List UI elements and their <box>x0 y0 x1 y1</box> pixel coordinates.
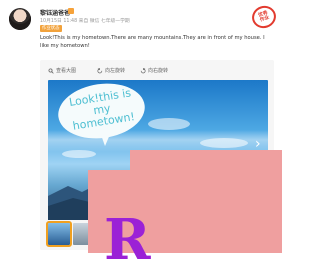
search-icon <box>48 67 54 74</box>
cloud-1 <box>148 118 190 130</box>
post-text: Look!This is my hometown.There are many … <box>40 35 265 49</box>
user-badge <box>68 8 74 14</box>
cloud-2 <box>200 138 248 148</box>
view-large-button[interactable]: 查看大图 <box>48 67 76 74</box>
overlay-block-top <box>130 150 282 170</box>
next-image-button[interactable]: › <box>255 137 265 151</box>
rotate-left-button[interactable]: 向左旋转 <box>97 67 125 74</box>
stamp-text: 优秀 作业 <box>257 10 271 24</box>
rotate-right-button[interactable]: 向右旋转 <box>140 67 168 74</box>
thumbnail-1[interactable] <box>46 221 72 247</box>
stamp: 优秀 作业 <box>249 2 279 32</box>
avatar[interactable] <box>9 8 31 30</box>
rotate-left-icon <box>97 67 103 74</box>
rotate-left-label: 向左旋转 <box>105 68 126 74</box>
post-meta: 10月15日 11:48 来自 微信 七年级一学期 <box>40 19 130 24</box>
overlay-letter: R <box>104 207 151 273</box>
rotate-right-icon <box>140 67 146 74</box>
status-badge: 作业状态 <box>40 25 62 32</box>
user-name[interactable]: 黎钰涵爸爸 <box>40 8 70 17</box>
rotate-right-label: 向右旋转 <box>148 68 169 74</box>
speech-bubble-tail <box>100 132 111 146</box>
cloud-3 <box>62 150 96 158</box>
view-large-label: 查看大图 <box>56 68 77 74</box>
